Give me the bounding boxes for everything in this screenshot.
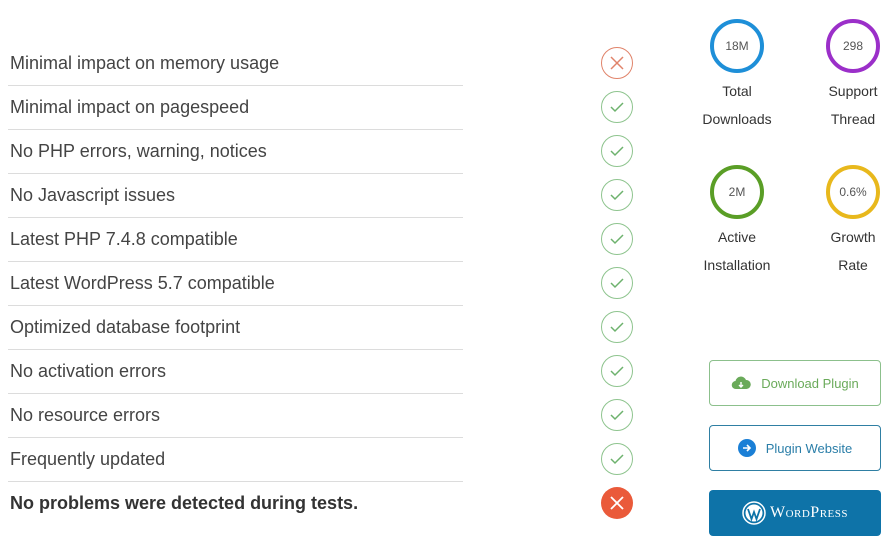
check-label: Minimal impact on memory usage — [10, 53, 280, 73]
check-icon — [601, 267, 633, 299]
stat-active-installation: 2M Active Installation — [687, 165, 787, 279]
check-icon — [601, 223, 633, 255]
stat-label: Support — [828, 83, 878, 99]
check-icon — [601, 399, 633, 431]
stat-label: Active — [717, 229, 757, 245]
support-ring: 298 — [826, 19, 880, 73]
check-label: Optimized database footprint — [10, 317, 241, 337]
check-row: No Javascript issues — [0, 174, 650, 218]
check-label: No PHP errors, warning, notices — [10, 141, 267, 161]
wordpress-button[interactable]: WordPress — [709, 490, 881, 536]
check-row: No PHP errors, warning, notices — [0, 130, 650, 174]
installs-ring: 2M — [710, 165, 764, 219]
check-label: Frequently updated — [10, 449, 166, 469]
stat-support-thread: 298 Support Thread — [803, 19, 891, 133]
check-label: No Javascript issues — [10, 185, 176, 205]
check-icon — [601, 355, 633, 387]
check-label: Latest PHP 7.4.8 compatible — [10, 229, 238, 249]
check-icon — [601, 179, 633, 211]
wordpress-logo-icon — [742, 501, 766, 525]
check-row: Optimized database footprint — [0, 306, 650, 350]
stat-label: Total — [722, 83, 752, 99]
stat-label: Installation — [703, 257, 771, 273]
stat-label: Growth — [830, 229, 876, 245]
check-row: Latest WordPress 5.7 compatible — [0, 262, 650, 306]
check-icon — [601, 311, 633, 343]
check-row-summary: No problems were detected during tests. — [0, 482, 650, 526]
stat-label: Thread — [830, 111, 876, 127]
fail-icon — [601, 47, 633, 79]
download-plugin-button[interactable]: Download Plugin — [709, 360, 881, 406]
stat-growth-rate: 0.6% Growth Rate — [803, 165, 891, 279]
growth-ring: 0.6% — [826, 165, 880, 219]
check-icon — [601, 135, 633, 167]
check-row: No activation errors — [0, 350, 650, 394]
check-icon — [601, 443, 633, 475]
stat-label: Rate — [838, 257, 868, 273]
summary-label: No problems were detected during tests. — [10, 493, 359, 513]
plugin-checklist: Minimal impact on memory usage Minimal i… — [0, 42, 650, 526]
check-row: Frequently updated — [0, 438, 650, 482]
plugin-website-button[interactable]: Plugin Website — [709, 425, 881, 471]
stat-label: Downloads — [702, 111, 772, 127]
check-label: No resource errors — [10, 405, 161, 425]
cloud-download-icon — [731, 375, 751, 391]
check-label: Minimal impact on pagespeed — [10, 97, 250, 117]
check-row: No resource errors — [0, 394, 650, 438]
check-label: No activation errors — [10, 361, 167, 381]
wordpress-label: WordPress — [769, 504, 849, 521]
stat-total-downloads: 18M Total Downloads — [687, 19, 787, 133]
check-row: Minimal impact on memory usage — [0, 42, 650, 86]
arrow-right-circle-icon — [737, 439, 756, 457]
check-row: Latest PHP 7.4.8 compatible — [0, 218, 650, 262]
check-row: Minimal impact on pagespeed — [0, 86, 650, 130]
website-label: Plugin Website — [765, 440, 853, 456]
fail-icon — [601, 487, 633, 519]
download-label: Download Plugin — [761, 375, 859, 391]
check-icon — [601, 91, 633, 123]
check-label: Latest WordPress 5.7 compatible — [10, 273, 275, 293]
downloads-ring: 18M — [710, 19, 764, 73]
